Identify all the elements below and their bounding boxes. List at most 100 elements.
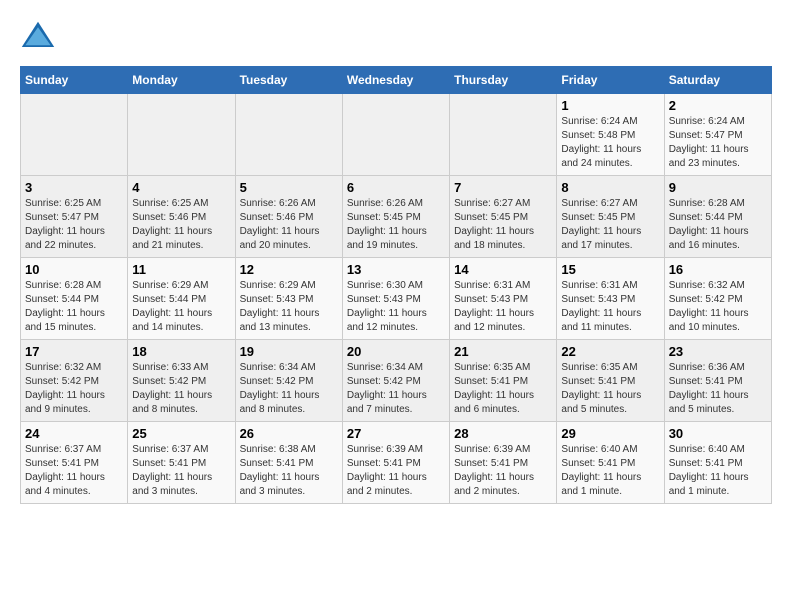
day-number: 3 <box>25 180 123 195</box>
calendar-cell: 4 Sunrise: 6:25 AM Sunset: 5:46 PM Daylig… <box>128 176 235 258</box>
day-number: 14 <box>454 262 552 277</box>
day-header-friday: Friday <box>557 67 664 94</box>
day-number: 16 <box>669 262 767 277</box>
calendar-cell: 16Sunrise: 6:32 AM Sunset: 5:42 PM Dayli… <box>664 258 771 340</box>
day-info: Sunrise: 6:34 AM Sunset: 5:42 PM Dayligh… <box>240 361 338 417</box>
day-number: 23 <box>669 344 767 359</box>
day-number: 6 <box>347 180 445 195</box>
day-number: 20 <box>347 344 445 359</box>
day-number: 10 <box>25 262 123 277</box>
calendar-cell <box>21 94 128 176</box>
calendar-cell: 19 Sunrise: 6:34 AM Sunset: 5:42 PM Dayli… <box>235 340 342 422</box>
page-header <box>20 20 772 56</box>
day-header-sunday: Sunday <box>21 67 128 94</box>
calendar-cell: 22 Sunrise: 6:35 AM Sunset: 5:41 PM Dayli… <box>557 340 664 422</box>
calendar-body: 1Sunrise: 6:24 AM Sunset: 5:48 PM Daylig… <box>21 94 772 504</box>
calendar-week-1: 1Sunrise: 6:24 AM Sunset: 5:48 PM Daylig… <box>21 94 772 176</box>
day-info: Sunrise: 6:26 AM Sunset: 5:45 PM Dayligh… <box>347 197 445 253</box>
day-number: 24 <box>25 426 123 441</box>
calendar-week-4: 17 Sunrise: 6:32 AM Sunset: 5:42 PM Dayli… <box>21 340 772 422</box>
day-number: 21 <box>454 344 552 359</box>
day-info: Sunrise: 6:32 AM Sunset: 5:42 PM Dayligh… <box>25 361 123 417</box>
day-info: Sunrise: 6:40 AM Sunset: 5:41 PM Dayligh… <box>561 443 659 499</box>
day-number: 5 <box>240 180 338 195</box>
day-number: 25 <box>132 426 230 441</box>
day-info: Sunrise: 6:25 AM Sunset: 5:47 PM Dayligh… <box>25 197 123 253</box>
day-number: 4 <box>132 180 230 195</box>
calendar-cell: 10 Sunrise: 6:28 AM Sunset: 5:44 PM Dayli… <box>21 258 128 340</box>
calendar-cell: 6 Sunrise: 6:26 AM Sunset: 5:45 PM Daylig… <box>342 176 449 258</box>
day-number: 28 <box>454 426 552 441</box>
calendar-week-5: 24 Sunrise: 6:37 AM Sunset: 5:41 PM Dayli… <box>21 422 772 504</box>
calendar-cell: 17 Sunrise: 6:32 AM Sunset: 5:42 PM Dayli… <box>21 340 128 422</box>
day-number: 8 <box>561 180 659 195</box>
logo <box>20 20 60 56</box>
calendar-cell <box>235 94 342 176</box>
calendar-cell: 24 Sunrise: 6:37 AM Sunset: 5:41 PM Dayli… <box>21 422 128 504</box>
day-info: Sunrise: 6:28 AM Sunset: 5:44 PM Dayligh… <box>25 279 123 335</box>
calendar-cell <box>450 94 557 176</box>
day-info: Sunrise: 6:24 AM Sunset: 5:47 PM Dayligh… <box>669 115 767 171</box>
calendar-cell <box>128 94 235 176</box>
day-info: Sunrise: 6:37 AM Sunset: 5:41 PM Dayligh… <box>25 443 123 499</box>
calendar-cell: 11Sunrise: 6:29 AM Sunset: 5:44 PM Dayli… <box>128 258 235 340</box>
day-number: 29 <box>561 426 659 441</box>
calendar-cell: 9 Sunrise: 6:28 AM Sunset: 5:44 PM Daylig… <box>664 176 771 258</box>
day-info: Sunrise: 6:38 AM Sunset: 5:41 PM Dayligh… <box>240 443 338 499</box>
calendar-cell: 15 Sunrise: 6:31 AM Sunset: 5:43 PM Dayli… <box>557 258 664 340</box>
calendar-cell: 23 Sunrise: 6:36 AM Sunset: 5:41 PM Dayli… <box>664 340 771 422</box>
day-info: Sunrise: 6:37 AM Sunset: 5:41 PM Dayligh… <box>132 443 230 499</box>
day-number: 27 <box>347 426 445 441</box>
logo-icon <box>20 20 56 56</box>
day-header-wednesday: Wednesday <box>342 67 449 94</box>
day-number: 30 <box>669 426 767 441</box>
day-header-tuesday: Tuesday <box>235 67 342 94</box>
day-info: Sunrise: 6:39 AM Sunset: 5:41 PM Dayligh… <box>347 443 445 499</box>
day-info: Sunrise: 6:29 AM Sunset: 5:43 PM Dayligh… <box>240 279 338 335</box>
day-info: Sunrise: 6:26 AM Sunset: 5:46 PM Dayligh… <box>240 197 338 253</box>
day-header-thursday: Thursday <box>450 67 557 94</box>
calendar-week-3: 10 Sunrise: 6:28 AM Sunset: 5:44 PM Dayli… <box>21 258 772 340</box>
day-info: Sunrise: 6:39 AM Sunset: 5:41 PM Dayligh… <box>454 443 552 499</box>
calendar-cell: 27 Sunrise: 6:39 AM Sunset: 5:41 PM Dayli… <box>342 422 449 504</box>
day-info: Sunrise: 6:25 AM Sunset: 5:46 PM Dayligh… <box>132 197 230 253</box>
calendar-cell: 13Sunrise: 6:30 AM Sunset: 5:43 PM Dayli… <box>342 258 449 340</box>
day-number: 19 <box>240 344 338 359</box>
day-number: 18 <box>132 344 230 359</box>
day-info: Sunrise: 6:36 AM Sunset: 5:41 PM Dayligh… <box>669 361 767 417</box>
calendar-cell: 1Sunrise: 6:24 AM Sunset: 5:48 PM Daylig… <box>557 94 664 176</box>
day-number: 12 <box>240 262 338 277</box>
day-info: Sunrise: 6:35 AM Sunset: 5:41 PM Dayligh… <box>561 361 659 417</box>
calendar-cell: 29 Sunrise: 6:40 AM Sunset: 5:41 PM Dayli… <box>557 422 664 504</box>
day-info: Sunrise: 6:29 AM Sunset: 5:44 PM Dayligh… <box>132 279 230 335</box>
day-info: Sunrise: 6:28 AM Sunset: 5:44 PM Dayligh… <box>669 197 767 253</box>
day-header-monday: Monday <box>128 67 235 94</box>
day-info: Sunrise: 6:31 AM Sunset: 5:43 PM Dayligh… <box>561 279 659 335</box>
calendar-cell: 20Sunrise: 6:34 AM Sunset: 5:42 PM Dayli… <box>342 340 449 422</box>
calendar-cell: 30 Sunrise: 6:40 AM Sunset: 5:41 PM Dayli… <box>664 422 771 504</box>
calendar-cell: 7Sunrise: 6:27 AM Sunset: 5:45 PM Daylig… <box>450 176 557 258</box>
days-row: SundayMondayTuesdayWednesdayThursdayFrid… <box>21 67 772 94</box>
day-number: 22 <box>561 344 659 359</box>
day-info: Sunrise: 6:33 AM Sunset: 5:42 PM Dayligh… <box>132 361 230 417</box>
calendar-week-2: 3 Sunrise: 6:25 AM Sunset: 5:47 PM Daylig… <box>21 176 772 258</box>
day-info: Sunrise: 6:27 AM Sunset: 5:45 PM Dayligh… <box>561 197 659 253</box>
day-header-saturday: Saturday <box>664 67 771 94</box>
calendar-table: SundayMondayTuesdayWednesdayThursdayFrid… <box>20 66 772 504</box>
calendar-cell: 12 Sunrise: 6:29 AM Sunset: 5:43 PM Dayli… <box>235 258 342 340</box>
day-number: 9 <box>669 180 767 195</box>
day-number: 2 <box>669 98 767 113</box>
day-number: 7 <box>454 180 552 195</box>
calendar-cell: 26Sunrise: 6:38 AM Sunset: 5:41 PM Dayli… <box>235 422 342 504</box>
calendar-cell: 18 Sunrise: 6:33 AM Sunset: 5:42 PM Dayli… <box>128 340 235 422</box>
day-number: 17 <box>25 344 123 359</box>
calendar-cell <box>342 94 449 176</box>
calendar-cell: 21 Sunrise: 6:35 AM Sunset: 5:41 PM Dayli… <box>450 340 557 422</box>
day-info: Sunrise: 6:35 AM Sunset: 5:41 PM Dayligh… <box>454 361 552 417</box>
calendar-cell: 25 Sunrise: 6:37 AM Sunset: 5:41 PM Dayli… <box>128 422 235 504</box>
day-info: Sunrise: 6:31 AM Sunset: 5:43 PM Dayligh… <box>454 279 552 335</box>
day-number: 15 <box>561 262 659 277</box>
calendar-header: SundayMondayTuesdayWednesdayThursdayFrid… <box>21 67 772 94</box>
calendar-cell: 5 Sunrise: 6:26 AM Sunset: 5:46 PM Daylig… <box>235 176 342 258</box>
day-info: Sunrise: 6:40 AM Sunset: 5:41 PM Dayligh… <box>669 443 767 499</box>
